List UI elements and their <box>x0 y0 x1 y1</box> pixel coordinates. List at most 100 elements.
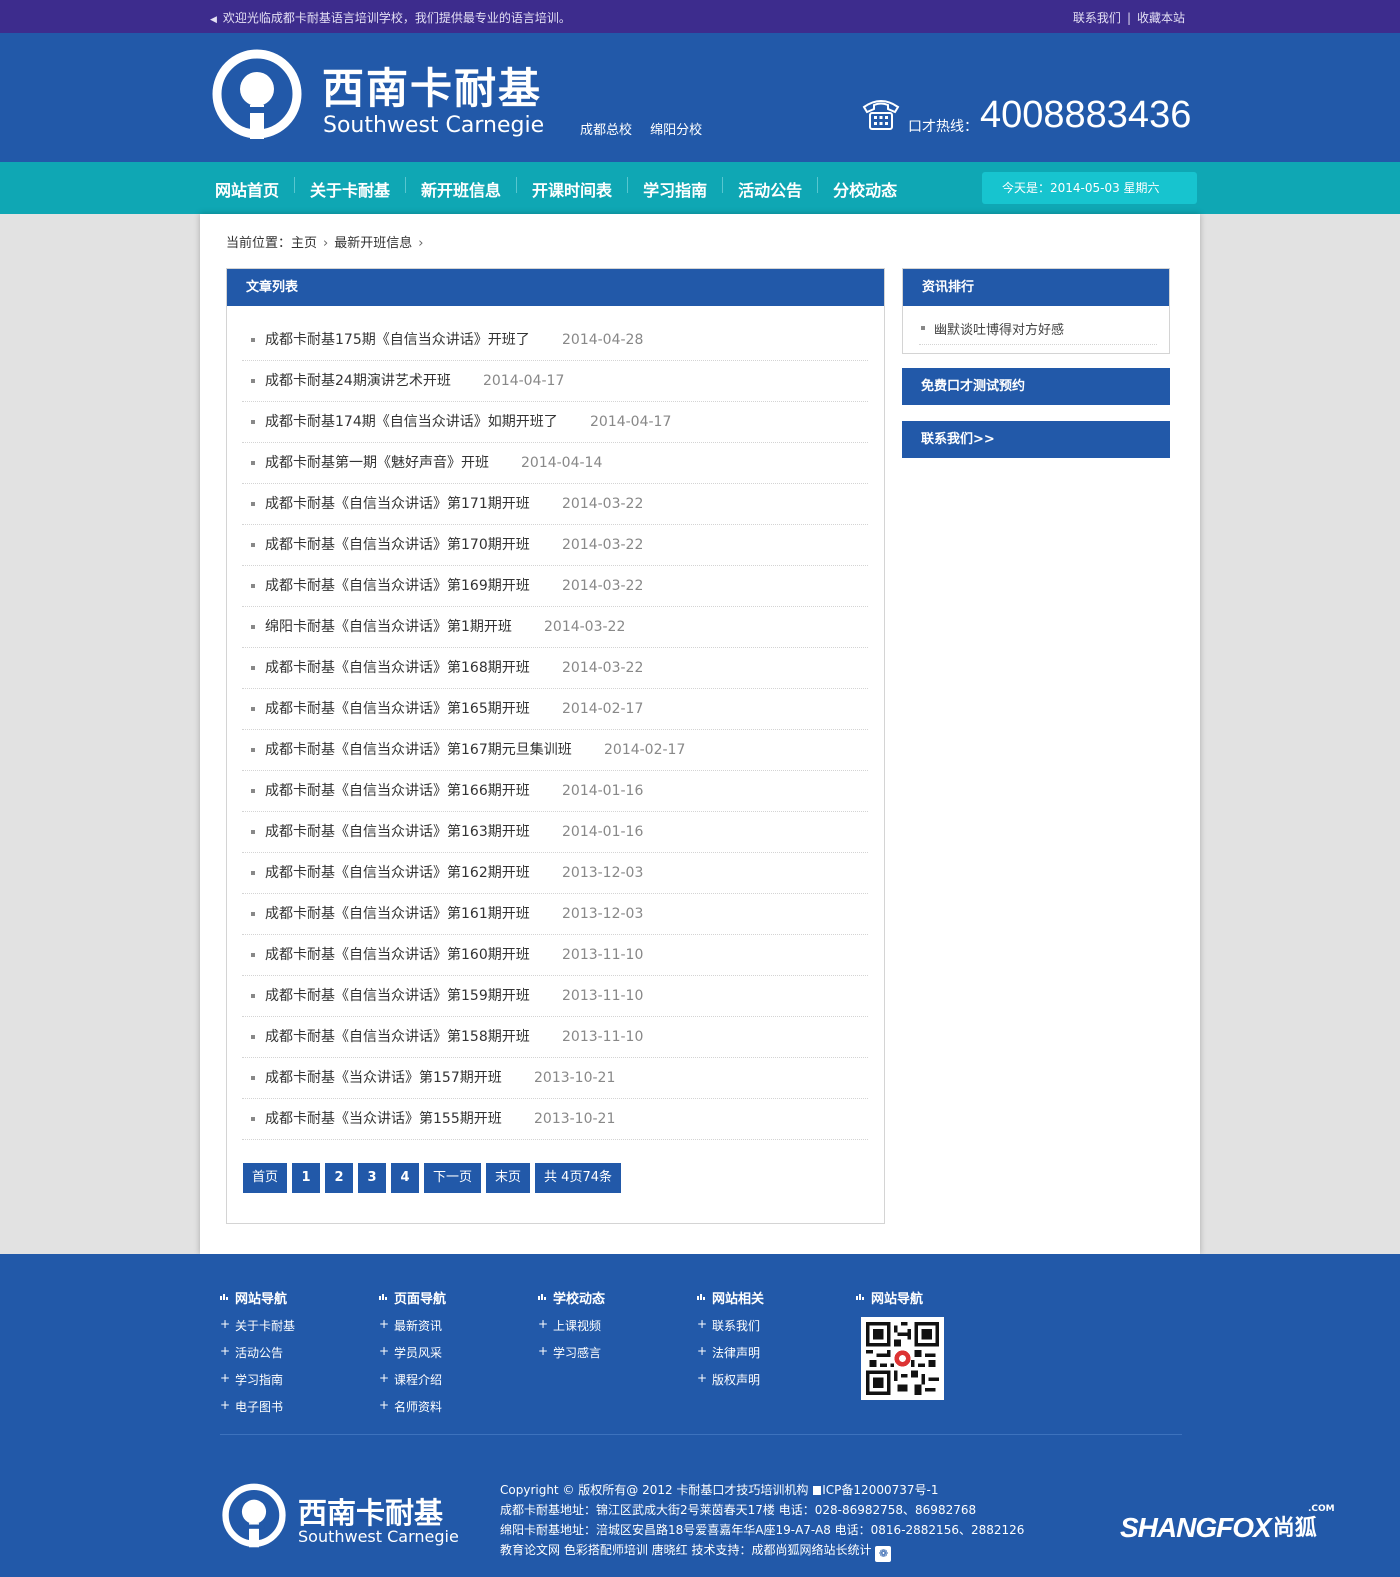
footer-links-line: 教育论文网 色彩搭配师培训 唐晓红 技术支持：成都尚狐网络站长统计 ❁ <box>500 1540 1024 1562</box>
footer-link[interactable]: + 活动公告 <box>220 1344 295 1361</box>
nav-item-study-guide[interactable]: 学习指南 <box>643 177 707 201</box>
page-4-button[interactable]: 4 <box>391 1163 420 1193</box>
plus-icon: + <box>220 1371 231 1385</box>
article-list-item[interactable]: 成都卡耐基《自信当众讲话》第167期元旦集训班 2014-02-17 <box>242 730 868 771</box>
footer-link[interactable]: + 学习指南 <box>220 1371 295 1388</box>
article-title-link[interactable]: 成都卡耐基《自信当众讲话》第163期开班 <box>265 812 530 853</box>
shangfox-logo[interactable]: SHANGFOX .COM 尚狐 <box>1120 1504 1335 1544</box>
article-list-item[interactable]: 成都卡耐基《自信当众讲话》第168期开班 2014-03-22 <box>242 648 868 689</box>
bullet-icon <box>251 502 255 506</box>
carnegie-logo-icon[interactable] <box>212 49 302 141</box>
article-list-item[interactable]: 成都卡耐基《自信当众讲话》第162期开班 2013-12-03 <box>242 853 868 894</box>
article-title-link[interactable]: 成都卡耐基24期演讲艺术开班 <box>265 361 451 402</box>
nav-items: 网站首页 关于卡耐基 新开班信息 开课时间表 学习指南 活动公告 分校动态 <box>215 177 897 201</box>
contact-link[interactable]: 联系我们 <box>1073 11 1121 25</box>
article-date: 2014-03-22 <box>562 578 644 594</box>
article-list-item[interactable]: 成都卡耐基175期《自信当众讲话》开班了 2014-04-28 <box>242 320 868 361</box>
footer-link[interactable]: + 联系我们 <box>697 1317 764 1334</box>
footer-link[interactable]: + 关于卡耐基 <box>220 1317 295 1334</box>
article-list-item[interactable]: 成都卡耐基第一期《魅好声音》开班 2014-04-14 <box>242 443 868 484</box>
article-title-link[interactable]: 成都卡耐基第一期《魅好声音》开班 <box>265 443 489 484</box>
article-list-item[interactable]: 成都卡耐基《自信当众讲话》第169期开班 2014-03-22 <box>242 566 868 607</box>
footer-link[interactable]: + 最新资讯 <box>379 1317 446 1334</box>
article-title-link[interactable]: 成都卡耐基《自信当众讲话》第158期开班 <box>265 1017 530 1058</box>
article-title-link[interactable]: 成都卡耐基《当众讲话》第157期开班 <box>265 1058 502 1099</box>
article-title-link[interactable]: 绵阳卡耐基《自信当众讲话》第1期开班 <box>265 607 512 648</box>
hotline-number: 4008883436 <box>980 94 1192 136</box>
footer-column-site-related: 网站相关 + 联系我们 + 法律声明 + 版权声明 <box>697 1288 764 1388</box>
article-list-panel: 文章列表 成都卡耐基175期《自信当众讲话》开班了 2014-04-28 成都卡耐基… <box>226 268 885 1224</box>
page-2-button[interactable]: 2 <box>325 1163 354 1193</box>
footer-link[interactable]: + 版权声明 <box>697 1371 764 1388</box>
article-title-link[interactable]: 成都卡耐基《自信当众讲话》第161期开班 <box>265 894 530 935</box>
nav-item-announcements[interactable]: 活动公告 <box>738 177 802 201</box>
article-list-item[interactable]: 绵阳卡耐基《自信当众讲话》第1期开班 2014-03-22 <box>242 607 868 648</box>
footer-link[interactable]: + 名师资料 <box>379 1398 446 1415</box>
article-list-item[interactable]: 成都卡耐基《自信当众讲话》第163期开班 2014-01-16 <box>242 812 868 853</box>
baidu-paw-icon[interactable]: ❁ <box>875 1546 892 1562</box>
article-list-item[interactable]: 成都卡耐基24期演讲艺术开班 2014-04-17 <box>242 361 868 402</box>
article-title-link[interactable]: 成都卡耐基《自信当众讲话》第165期开班 <box>265 689 530 730</box>
footer-link[interactable]: + 课程介绍 <box>379 1371 446 1388</box>
article-title-link[interactable]: 成都卡耐基《当众讲话》第155期开班 <box>265 1099 502 1140</box>
breadcrumb-current-link[interactable]: 最新开班信息 <box>334 236 412 251</box>
free-test-box[interactable]: 免费口才测试预约 <box>902 368 1170 405</box>
article-list-item[interactable]: 成都卡耐基《当众讲话》第157期开班 2013-10-21 <box>242 1058 868 1099</box>
plus-icon: + <box>220 1398 231 1412</box>
article-title-link[interactable]: 成都卡耐基《自信当众讲话》第169期开班 <box>265 566 530 607</box>
page-last-button[interactable]: 末页 <box>486 1163 531 1193</box>
branch-chengdu-link[interactable]: 成都总校 <box>580 123 632 138</box>
branch-links: 成都总校 绵阳分校 <box>580 119 716 138</box>
article-list-item[interactable]: 成都卡耐基《自信当众讲话》第161期开班 2013-12-03 <box>242 894 868 935</box>
free-test-button[interactable]: 免费口才测试预约 <box>902 368 1170 405</box>
article-title-link[interactable]: 成都卡耐基《自信当众讲话》第168期开班 <box>265 648 530 689</box>
footer-link[interactable]: + 上课视频 <box>538 1317 605 1334</box>
bullet-icon <box>251 666 255 670</box>
footer-link[interactable]: + 学习感言 <box>538 1344 605 1361</box>
top-links-separator: | <box>1126 11 1131 25</box>
article-title-link[interactable]: 成都卡耐基《自信当众讲话》第167期元旦集训班 <box>265 730 572 771</box>
shangfox-cn: 尚狐 <box>1272 1516 1317 1541</box>
breadcrumb-home-link[interactable]: 主页 <box>291 236 317 251</box>
article-title-link[interactable]: 成都卡耐基《自信当众讲话》第162期开班 <box>265 853 530 894</box>
footer-link[interactable]: + 学员风采 <box>379 1344 446 1361</box>
article-list-item[interactable]: 成都卡耐基《自信当众讲话》第165期开班 2014-02-17 <box>242 689 868 730</box>
article-title-link[interactable]: 成都卡耐基《自信当众讲话》第166期开班 <box>265 771 530 812</box>
article-title-link[interactable]: 成都卡耐基《自信当众讲话》第160期开班 <box>265 935 530 976</box>
page-first-button[interactable]: 首页 <box>243 1163 288 1193</box>
nav-item-about[interactable]: 关于卡耐基 <box>310 177 390 201</box>
article-title-link[interactable]: 成都卡耐基174期《自信当众讲话》如期开班了 <box>265 402 558 443</box>
article-list-item[interactable]: 成都卡耐基《当众讲话》第155期开班 2013-10-21 <box>242 1099 868 1140</box>
ranking-item[interactable]: 幽默谈吐博得对方好感 <box>919 319 1157 345</box>
contact-us-button[interactable]: 联系我们>> <box>902 421 1170 458</box>
article-date: 2013-11-10 <box>562 1029 644 1045</box>
footer-link[interactable]: + 电子图书 <box>220 1398 295 1415</box>
article-list-item[interactable]: 成都卡耐基《自信当众讲话》第166期开班 2014-01-16 <box>242 771 868 812</box>
article-list-item[interactable]: 成都卡耐基《自信当众讲话》第159期开班 2013-11-10 <box>242 976 868 1017</box>
footer-link[interactable]: + 法律声明 <box>697 1344 764 1361</box>
nav-item-schedule[interactable]: 开课时间表 <box>532 177 612 201</box>
page-1-button[interactable]: 1 <box>292 1163 321 1193</box>
page-next-button[interactable]: 下一页 <box>424 1163 482 1193</box>
nav-item-branch-news[interactable]: 分校动态 <box>833 177 897 201</box>
nav-item-home[interactable]: 网站首页 <box>215 177 279 201</box>
article-list-item[interactable]: 成都卡耐基《自信当众讲话》第170期开班 2014-03-22 <box>242 525 868 566</box>
page-3-button[interactable]: 3 <box>358 1163 387 1193</box>
article-title-link[interactable]: 成都卡耐基《自信当众讲话》第170期开班 <box>265 525 530 566</box>
article-title-link[interactable]: 成都卡耐基175期《自信当众讲话》开班了 <box>265 320 530 361</box>
article-list-item[interactable]: 成都卡耐基174期《自信当众讲话》如期开班了 2014-04-17 <box>242 402 868 443</box>
plus-icon: + <box>697 1371 708 1385</box>
article-list-item[interactable]: 成都卡耐基《自信当众讲话》第171期开班 2014-03-22 <box>242 484 868 525</box>
main-nav: 网站首页 关于卡耐基 新开班信息 开课时间表 学习指南 活动公告 分校动态 今天… <box>0 162 1400 214</box>
article-list-item[interactable]: 成都卡耐基《自信当众讲话》第160期开班 2013-11-10 <box>242 935 868 976</box>
nav-item-new-classes[interactable]: 新开班信息 <box>421 177 501 201</box>
branch-mianyang-link[interactable]: 绵阳分校 <box>650 123 702 138</box>
welcome-message: ◀ 欢迎光临成都卡耐基语言培训学校，我们提供最专业的语言培训。 <box>210 11 571 25</box>
article-list-item[interactable]: 成都卡耐基《自信当众讲话》第158期开班 2013-11-10 <box>242 1017 868 1058</box>
footer-divider <box>220 1434 1182 1435</box>
article-title-link[interactable]: 成都卡耐基《自信当众讲话》第159期开班 <box>265 976 530 1017</box>
bookmark-link[interactable]: 收藏本站 <box>1137 11 1185 25</box>
article-title-link[interactable]: 成都卡耐基《自信当众讲话》第171期开班 <box>265 484 530 525</box>
contact-box[interactable]: 联系我们>> <box>902 421 1170 458</box>
qr-code-image <box>861 1317 944 1400</box>
